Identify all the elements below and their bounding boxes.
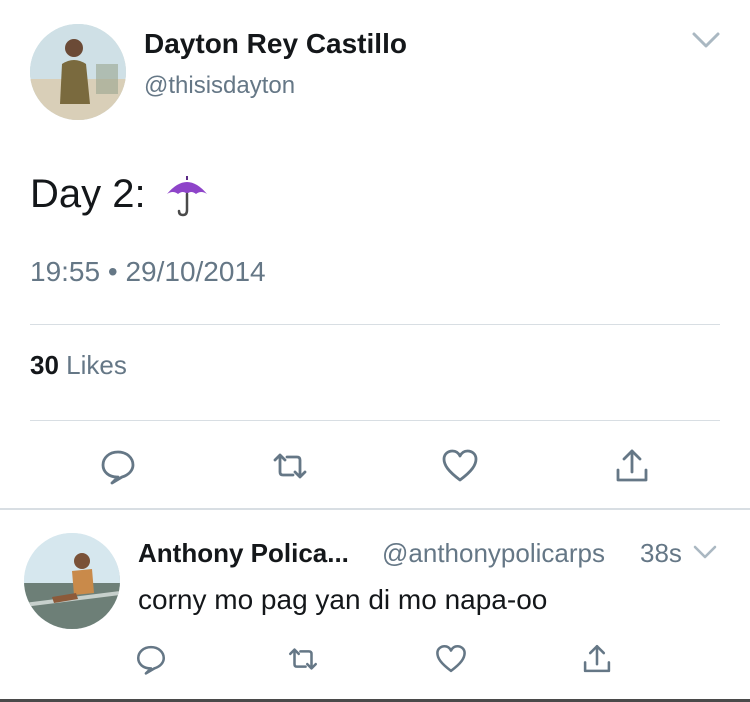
reply-icon[interactable] (98, 446, 138, 486)
reply-icon[interactable] (134, 642, 168, 676)
avatar-photo (30, 24, 126, 120)
timestamp-separator: • (107, 256, 118, 287)
retweet-icon[interactable] (270, 446, 310, 486)
reply-author-avatar[interactable] (24, 533, 120, 629)
reply-time-ago[interactable]: 38s (640, 538, 682, 569)
tweet-time: 19:55 (30, 256, 101, 287)
likes-stat[interactable]: 30 Likes (30, 350, 127, 381)
tweet-text-body: Day 2: (30, 172, 146, 216)
author-name[interactable]: Dayton Rey Castillo (144, 28, 407, 60)
like-icon[interactable] (440, 446, 480, 486)
reply-text: corny mo pag yan di mo napa-oo (138, 584, 548, 615)
tweet-timestamp[interactable]: 19:55 • 29/10/2014 (30, 256, 266, 288)
reply-author-name[interactable]: Anthony Polica... (138, 538, 349, 569)
likes-count: 30 (30, 350, 59, 380)
share-icon[interactable] (580, 642, 614, 676)
retweet-icon[interactable] (286, 642, 320, 676)
chevron-down-icon[interactable] (690, 30, 722, 52)
divider (30, 420, 720, 421)
avatar-photo (24, 533, 120, 629)
chevron-down-icon[interactable] (692, 544, 718, 562)
divider (30, 324, 720, 325)
author-handle[interactable]: @thisisdayton (144, 72, 295, 100)
reply-author-handle[interactable]: @anthonypolicarps (382, 538, 605, 569)
likes-label: Likes (66, 350, 127, 380)
tweet-text: Day 2: (30, 172, 211, 218)
section-divider (0, 508, 750, 510)
tweet-date: 29/10/2014 (125, 256, 266, 287)
like-icon[interactable] (434, 642, 468, 676)
umbrella-emoji (163, 174, 211, 218)
share-icon[interactable] (612, 446, 652, 486)
author-avatar[interactable] (30, 24, 126, 120)
